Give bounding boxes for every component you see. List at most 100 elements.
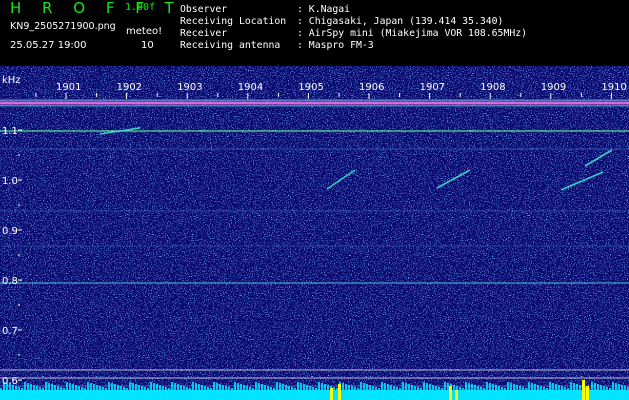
noise-floor-peak [429,384,431,390]
noise-floor-peak [237,383,239,390]
noise-floor-peak [42,388,44,390]
noise-floor-peak [417,387,419,390]
y-tick-label: 0.6 [2,376,18,387]
noise-floor-peak [381,382,383,390]
noise-floor-peak [510,383,512,390]
noise-floor-peak [345,384,347,390]
noise-floor-peak [522,387,524,390]
noise-floor-peak [561,386,563,390]
noise-floor-peak [51,384,53,390]
noise-floor-peak [306,385,308,390]
noise-floor-peak [108,382,110,390]
noise-floor-peak [507,382,509,390]
date-time: 25.05.27 19:00 [10,40,87,51]
noise-floor-peak [258,383,260,390]
x-tick-label: 1907 [420,82,445,93]
noise-floor-peak [309,386,311,390]
location-label: Receiving Location [180,16,287,27]
noise-floor-peak [279,383,281,390]
antenna-value: : Maspro FM-3 [297,40,374,51]
y-tick-label: 1.0 [2,176,18,187]
noise-floor-peak [576,384,578,390]
noise-floor-peak [312,387,314,390]
noise-floor-peak [192,382,194,390]
noise-floor-peak [177,384,179,390]
noise-floor-peak [93,384,95,390]
noise-floor-peak [60,387,62,390]
noise-floor-peak [207,387,209,390]
observer-value: : K.Nagai [297,4,351,15]
app-version: 1.00f [125,2,156,13]
noise-floor-peak [555,384,557,390]
noise-floor-peak [168,388,170,390]
noise-floor-peak [369,385,371,390]
noise-floor-peak [468,383,470,390]
noise-floor-peak [333,387,335,390]
noise-floor-peak [396,387,398,390]
noise-floor-peak [438,387,440,390]
noise-floor-peak [156,384,158,390]
noise-floor-peak [378,388,380,390]
spike-marker [582,380,585,400]
noise-floor-peak [75,385,77,390]
noise-floor-peak [240,384,242,390]
noise-floor-peak [252,388,254,390]
noise-floor-peak [357,388,359,390]
noise-floor-peak [150,382,152,390]
noise-floor-peak [549,382,551,390]
spike-marker [586,386,589,400]
noise-floor-peak [270,387,272,390]
noise-floor-peak [354,387,356,390]
noise-floor-peak [603,386,605,390]
noise-floor-peak [147,388,149,390]
noise-floor-peak [246,386,248,390]
noise-floor-peak [18,387,20,390]
noise-floor-peak [222,385,224,390]
noise-floor-peak [84,388,86,390]
noise-floor-peak [462,388,464,390]
noise-floor-peak [297,382,299,390]
noise-floor-peak [540,386,542,390]
noise-floor-peak [162,386,164,390]
noise-floor-peak [372,386,374,390]
noise-floor-peak [465,382,467,390]
noise-floor-peak [480,387,482,390]
noise-floor-peak [39,387,41,390]
noise-floor-peak [261,384,263,390]
noise-floor-peak [552,383,554,390]
noise-floor-peak [189,388,191,390]
y-tick-label: 0.8 [2,276,18,287]
noise-floor-peak [489,383,491,390]
noise-floor-peak [138,385,140,390]
observer-label: Observer [180,4,228,15]
noise-floor-peak [234,382,236,390]
noise-floor-peak [543,387,545,390]
noise-floor-peak [393,386,395,390]
noise-floor-peak [579,385,581,390]
noise-floor-peak [300,383,302,390]
noise-floor-peak [456,386,458,390]
meteo-count: 10 [141,40,154,51]
noise-floor-peak [273,388,275,390]
noise-floor-peak [495,385,497,390]
noise-floor-peak [447,383,449,390]
noise-floor-peak [612,382,614,390]
noise-floor-peak [567,388,569,390]
noise-floor-peak [594,383,596,390]
noise-floor-peak [99,386,101,390]
noise-floor-peak [519,386,521,390]
y-tick-label: 0.9 [2,226,18,237]
noise-floor-peak [30,384,32,390]
noise-floor-peak [477,386,479,390]
receiver-label: Receiver [180,28,228,39]
noise-floor-peak [291,387,293,390]
noise-floor-peak [219,384,221,390]
noise-floor-peak [294,388,296,390]
noise-floor-peak [36,386,38,390]
noise-floor-peak [591,382,593,390]
x-tick-label: 1910 [601,82,626,93]
noise-floor-peak [399,388,401,390]
noise-floor-peak [321,383,323,390]
noise-floor-peak [285,385,287,390]
noise-floor-peak [198,384,200,390]
